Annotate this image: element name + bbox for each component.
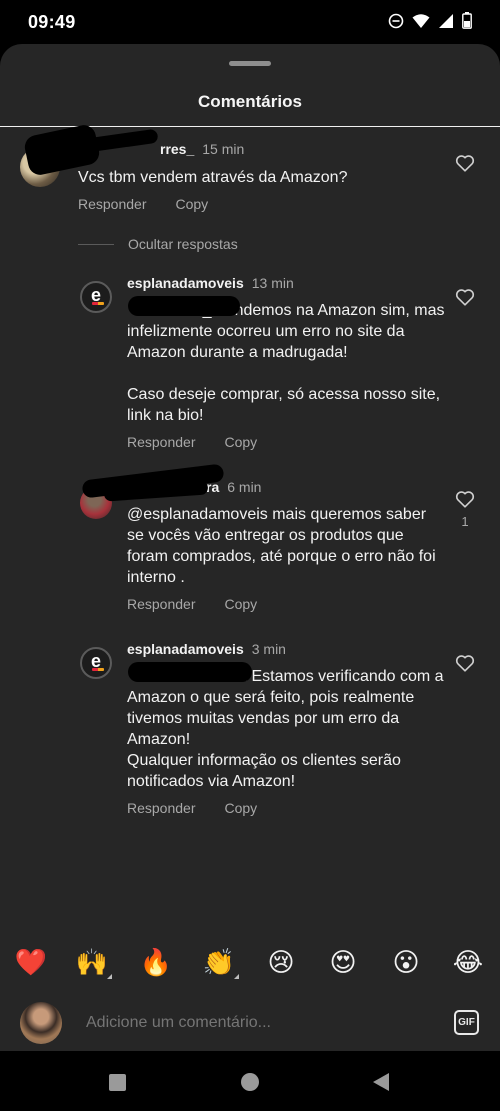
emoji-variant-caret-icon xyxy=(234,974,239,979)
comment-composer: GIF xyxy=(0,990,500,1051)
reply-author-name: esplanadamoveis xyxy=(127,275,244,291)
reply-author-name: esplanadamoveis xyxy=(127,641,244,657)
sheet-title: Comentários xyxy=(198,92,302,111)
comments-sheet: Comentários rres_ 15 min Vcs tbm vendem a… xyxy=(0,44,500,1051)
comment-actions: Responder Copy xyxy=(78,196,208,212)
system-navigation-bar xyxy=(0,1051,500,1111)
brand-logo-bar xyxy=(92,302,104,305)
replies-divider-line xyxy=(78,243,114,245)
emoji-laughing[interactable]: 😂 xyxy=(450,944,486,980)
emoji-reaction-bar: ❤️ 🙌 🔥 👏 😢 😍 😮 😂 xyxy=(0,944,500,980)
reply-avatar[interactable]: e xyxy=(80,281,112,313)
redaction-scribble xyxy=(128,296,240,316)
emoji-fire[interactable]: 🔥 xyxy=(138,944,174,980)
reply-text: res_ Vendemos na Amazon sim, mas infeliz… xyxy=(127,302,445,424)
reply-button[interactable]: Responder xyxy=(127,596,196,612)
like-heart-icon[interactable] xyxy=(455,154,475,172)
comment-text: Vcs tbm vendem através da Amazon? xyxy=(78,169,348,186)
emoji-variant-caret-icon xyxy=(107,974,112,979)
redaction-scribble xyxy=(128,662,252,682)
copy-button[interactable]: Copy xyxy=(176,196,209,212)
home-icon[interactable] xyxy=(241,1073,259,1091)
reply-text: @esplanadamoveis mais queremos saber se … xyxy=(127,506,441,586)
emoji-raised-hands[interactable]: 🙌 xyxy=(74,944,110,980)
brand-logo-bar xyxy=(92,668,104,671)
reply-text: a Estamos verificando com a Amazon o que… xyxy=(127,668,444,790)
emoji-heart[interactable]: ❤️ xyxy=(13,944,49,980)
copy-button[interactable]: Copy xyxy=(225,596,258,612)
reply-author[interactable]: esplanadamoveis 13 min xyxy=(127,275,294,291)
like-heart-icon[interactable] xyxy=(455,490,475,508)
status-time: 09:49 xyxy=(28,12,76,32)
hide-replies-toggle[interactable]: Ocultar respostas xyxy=(78,236,238,252)
comment-time: 15 min xyxy=(202,141,245,157)
emoji-heart-eyes[interactable]: 😍 xyxy=(325,944,361,980)
battery-icon xyxy=(462,12,472,34)
reply-actions: Responder Copy xyxy=(127,800,257,816)
reply-button[interactable]: Responder xyxy=(78,196,147,212)
status-bar: 09:49 xyxy=(0,0,500,44)
reply-actions: Responder Copy xyxy=(127,596,257,612)
copy-button[interactable]: Copy xyxy=(225,800,258,816)
reply-avatar[interactable]: e xyxy=(80,647,112,679)
wifi-icon xyxy=(412,13,430,34)
emoji-surprised[interactable]: 😮 xyxy=(388,944,424,980)
recent-apps-icon[interactable] xyxy=(109,1074,126,1091)
signal-icon xyxy=(438,13,454,34)
reply-button[interactable]: Responder xyxy=(127,434,196,450)
reply-button[interactable]: Responder xyxy=(127,800,196,816)
comment-author[interactable]: rres_ 15 min xyxy=(160,141,244,157)
back-icon[interactable] xyxy=(373,1073,389,1091)
like-heart-icon[interactable] xyxy=(455,654,475,672)
do-not-disturb-icon xyxy=(388,13,404,34)
emoji-clapping[interactable]: 👏 xyxy=(201,944,237,980)
hide-replies-label: Ocultar respostas xyxy=(128,236,238,252)
like-count: 1 xyxy=(461,514,469,529)
status-icons xyxy=(388,12,472,34)
reply-time: 6 min xyxy=(227,479,262,495)
reply-time: 3 min xyxy=(251,641,286,657)
reply-actions: Responder Copy xyxy=(127,434,257,450)
comment-input[interactable] xyxy=(86,1014,426,1032)
gif-button[interactable]: GIF xyxy=(454,1010,479,1035)
reply-author[interactable]: esplanadamoveis 3 min xyxy=(127,641,286,657)
sheet-grabber[interactable] xyxy=(229,61,271,66)
comment-author-name: rres_ xyxy=(160,141,195,157)
reply-time: 13 min xyxy=(251,275,294,291)
current-user-avatar xyxy=(20,1002,62,1044)
copy-button[interactable]: Copy xyxy=(225,434,258,450)
like-heart-icon[interactable] xyxy=(455,288,475,306)
emoji-crying[interactable]: 😢 xyxy=(263,944,299,980)
